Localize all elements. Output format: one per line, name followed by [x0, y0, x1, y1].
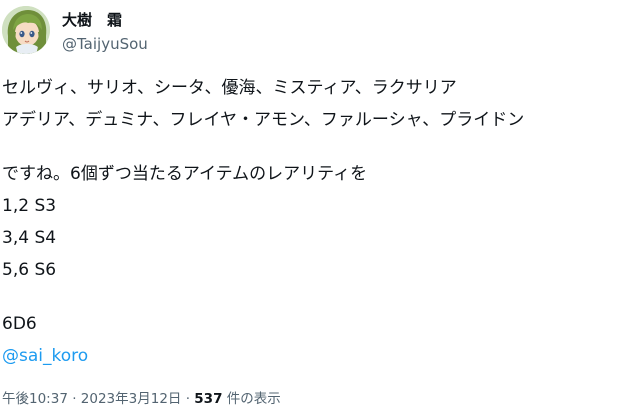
tweet-line: アデリア、デュミナ、フレイヤ・アモン、ファルーシャ、プライドン	[2, 110, 525, 130]
views-label: 件の表示	[222, 391, 281, 407]
mention-line: @sai_koro	[2, 340, 628, 372]
meta-separator: ·	[181, 391, 195, 407]
tweet-date: 2023年3月12日	[80, 391, 182, 407]
timestamp-link[interactable]: 午後10:37 · 2023年3月12日	[2, 391, 181, 407]
user-handle[interactable]: @TaijyuSou	[62, 34, 148, 54]
tweet-line: 3,4 S4	[2, 228, 57, 248]
tweet: 大樹 霜 @TaijyuSou セルヴィ、サリオ、シータ、優海、ミスティア、ラク…	[0, 0, 630, 410]
user-display-name[interactable]: 大樹 霜	[62, 10, 122, 30]
tweet-text: セルヴィ、サリオ、シータ、優海、ミスティア、ラクサリア アデリア、デュミナ、フレ…	[2, 72, 628, 372]
views-count: 537	[194, 391, 223, 407]
tweet-line: 6D6	[2, 314, 37, 334]
tweet-line: ですね。6個ずつ当たるアイテムのレアリティを	[2, 164, 368, 184]
tweet-line: 5,6 S6	[2, 260, 57, 280]
tweet-line: 1,2 S3	[2, 196, 57, 216]
views-link[interactable]: 537 件の表示	[194, 391, 280, 407]
tweet-meta: 午後10:37 · 2023年3月12日 · 537 件の表示	[2, 390, 281, 408]
meta-separator: ·	[67, 391, 81, 407]
mention-link[interactable]: @sai_koro	[2, 346, 88, 366]
avatar[interactable]	[2, 6, 50, 54]
tweet-line: セルヴィ、サリオ、シータ、優海、ミスティア、ラクサリア	[2, 78, 457, 98]
avatar-image	[2, 6, 50, 54]
tweet-time: 午後10:37	[2, 391, 68, 407]
